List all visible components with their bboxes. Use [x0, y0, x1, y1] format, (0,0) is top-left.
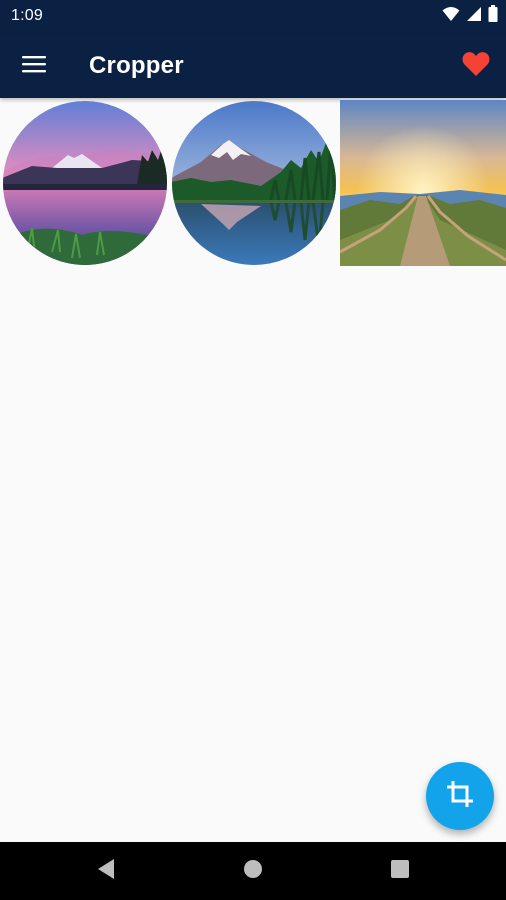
recents-button[interactable]	[380, 851, 420, 891]
favorite-button[interactable]	[456, 46, 496, 86]
image-grid	[0, 100, 506, 268]
gallery-item-mountain-lake[interactable]	[171, 100, 337, 266]
heart-icon	[462, 51, 490, 82]
crop-button[interactable]	[426, 762, 494, 830]
image-thumbnail	[340, 100, 506, 266]
menu-icon	[22, 54, 46, 79]
menu-button[interactable]	[14, 46, 54, 86]
image-thumbnail	[3, 101, 167, 265]
image-thumbnail	[172, 101, 336, 265]
home-icon	[243, 859, 263, 884]
recents-icon	[390, 859, 410, 884]
back-button[interactable]	[86, 851, 126, 891]
status-icons	[442, 5, 498, 27]
gallery-item-sunrise-trail[interactable]	[340, 100, 506, 266]
home-button[interactable]	[233, 851, 273, 891]
back-icon	[96, 858, 116, 885]
signal-icon	[466, 6, 482, 27]
status-bar: 1:09	[0, 0, 506, 34]
system-nav-bar	[0, 842, 506, 900]
wifi-icon	[442, 6, 460, 27]
crop-icon	[445, 779, 475, 814]
page-title: Cropper	[89, 52, 184, 79]
app-bar: Cropper	[0, 34, 506, 98]
gallery-item-sunset-lake[interactable]	[2, 100, 168, 266]
status-time: 1:09	[11, 7, 43, 24]
battery-icon	[488, 5, 498, 27]
